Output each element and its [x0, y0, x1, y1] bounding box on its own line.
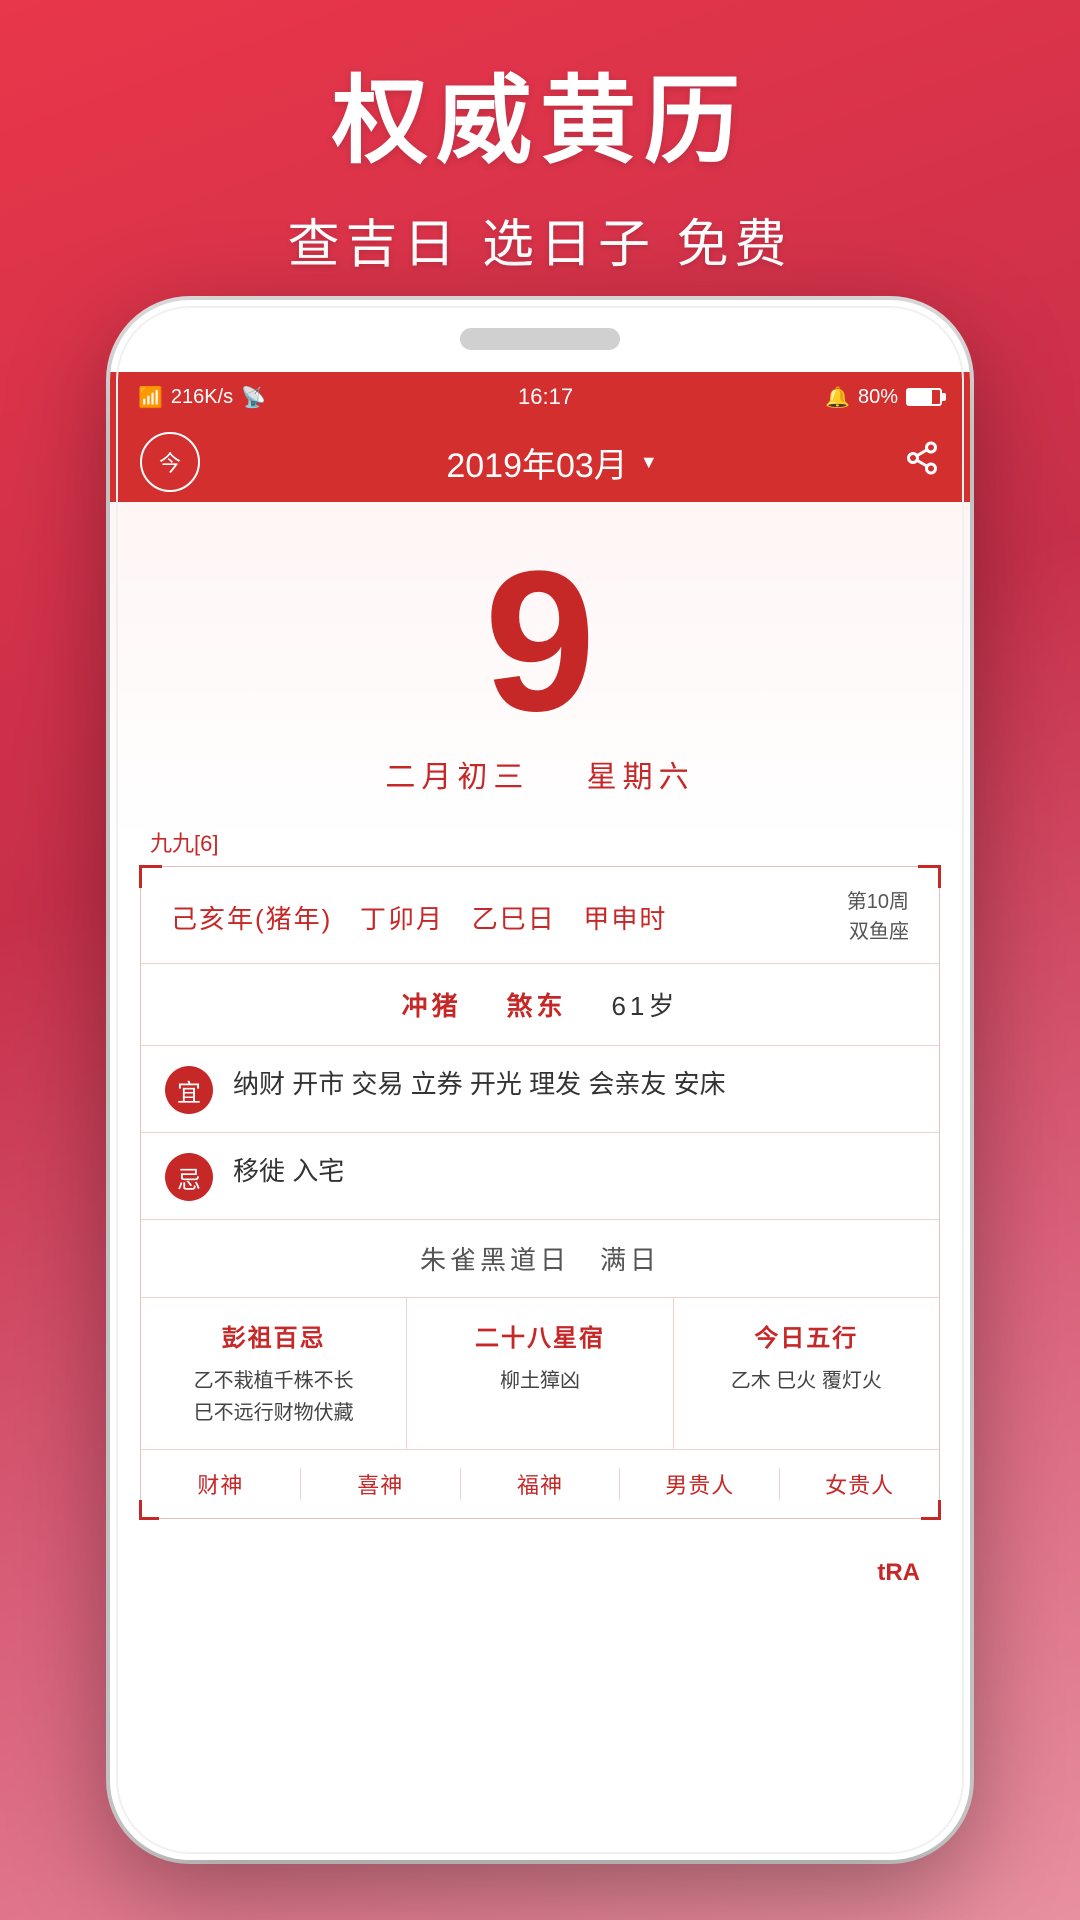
lunar-date: 二月初三 — [385, 761, 529, 794]
deity-title-4: 女贵人 — [825, 1468, 894, 1500]
ji-badge: 忌 — [165, 1153, 213, 1201]
ganzhi-row: 己亥年(猪年) 丁卯月 乙巳日 甲申时 第10周 双鱼座 — [141, 867, 939, 964]
weekday: 星期六 — [587, 761, 695, 794]
corner-br — [921, 1500, 941, 1520]
wuxing-content: 乙木 巳火 覆灯火 — [731, 1365, 882, 1397]
app-header: 今 2019年03月 ▼ — [110, 422, 970, 502]
deity-title-0: 财神 — [197, 1468, 243, 1500]
ganzhi-month: 丁卯月 — [360, 904, 444, 934]
status-right: 🔔 80% — [825, 385, 942, 410]
speed-indicator: 216K/s — [171, 386, 233, 409]
detail-card: 己亥年(猪年) 丁卯月 乙巳日 甲申时 第10周 双鱼座 冲猪 煞东 — [140, 866, 940, 1519]
corner-bl — [139, 1500, 159, 1520]
xiu-content: 柳土獐凶 — [500, 1365, 580, 1397]
clash-direction: 煞东 — [507, 991, 567, 1021]
time-display: 16:17 — [518, 384, 573, 410]
status-bar: 📶 216K/s 📡 16:17 🔔 80% — [110, 372, 970, 422]
lunar-label: 九九[6] — [150, 826, 930, 858]
ganzhi-main: 己亥年(猪年) 丁卯月 乙巳日 甲申时 — [171, 899, 667, 936]
watermark: tRA — [110, 1549, 970, 1607]
wifi-icon: 📡 — [241, 385, 266, 410]
ganzhi-right: 第10周 双鱼座 — [847, 887, 909, 947]
share-button[interactable] — [904, 440, 940, 484]
three-sections: 彭祖百忌 乙不栽植千株不长 巳不远行财物伏藏 二十八星宿 柳土獐凶 今日五行 乙… — [141, 1298, 939, 1450]
deity-col-3: 男贵人 — [619, 1468, 779, 1500]
xiu-section: 二十八星宿 柳土獐凶 — [406, 1298, 672, 1449]
ji-row: 忌 移徙 入宅 — [141, 1132, 939, 1219]
pengzu-line1: 乙不栽植千株不长 — [194, 1365, 354, 1397]
clash-age: 61岁 — [611, 991, 678, 1021]
wuxing-section: 今日五行 乙木 巳火 覆灯火 — [673, 1298, 939, 1449]
day-number: 9 — [484, 542, 595, 742]
promo-title: 权威黄历 — [332, 43, 748, 182]
deity-title-1: 喜神 — [357, 1468, 403, 1500]
today-label: 今 — [159, 446, 181, 478]
status-left: 📶 216K/s 📡 — [138, 385, 266, 410]
month-selector[interactable]: 2019年03月 ▼ — [446, 438, 657, 487]
phone-earpiece — [460, 328, 620, 350]
dropdown-arrow-icon: ▼ — [640, 452, 658, 473]
phone-frame: 📶 216K/s 📡 16:17 🔔 80% 今 2019年03月 ▼ — [110, 300, 970, 1860]
today-button[interactable]: 今 — [140, 432, 200, 492]
pengzu-line2: 巳不远行财物伏藏 — [194, 1397, 354, 1429]
ji-text: 移徙 入宅 — [233, 1151, 915, 1193]
promo-area: 权威黄历 查吉日 选日子 免费 — [0, 0, 1080, 320]
clash-row: 冲猪 煞东 61岁 — [141, 964, 939, 1046]
xiu-title: 二十八星宿 — [475, 1318, 605, 1353]
alarm-icon: 🔔 — [825, 385, 850, 410]
clash-label: 冲猪 — [402, 991, 462, 1021]
pengzu-content: 乙不栽植千株不长 巳不远行财物伏藏 — [194, 1365, 354, 1429]
deity-title-2: 福神 — [517, 1468, 563, 1500]
pengzu-section: 彭祖百忌 乙不栽植千株不长 巳不远行财物伏藏 — [141, 1298, 406, 1449]
wuxing-title: 今日五行 — [754, 1318, 858, 1353]
promo-subtitle: 查吉日 选日子 免费 — [288, 202, 793, 277]
deity-col-1: 喜神 — [300, 1468, 460, 1500]
special-day-row: 朱雀黑道日 满日 — [141, 1219, 939, 1298]
battery-fill — [908, 390, 932, 404]
signal-icon: 📶 — [138, 385, 163, 410]
ganzhi-time: 甲申时 — [583, 904, 667, 934]
deity-col-2: 福神 — [460, 1468, 620, 1500]
yi-badge: 宜 — [165, 1066, 213, 1114]
deity-title-3: 男贵人 — [665, 1468, 734, 1500]
yi-row: 宜 纳财 开市 交易 立券 开光 理发 会亲友 安床 — [141, 1046, 939, 1132]
date-display: 9 二月初三 星期六 — [110, 502, 970, 826]
deity-col-4: 女贵人 — [779, 1468, 939, 1500]
ganzhi-day: 乙巳日 — [472, 904, 556, 934]
content-area: 9 二月初三 星期六 九九[6] 己亥年(猪年) 丁卯月 乙巳日 — [110, 502, 970, 1860]
week-num: 第10周 — [847, 887, 909, 917]
deity-col-0: 财神 — [141, 1468, 300, 1500]
yi-text: 纳财 开市 交易 立券 开光 理发 会亲友 安床 — [233, 1064, 915, 1106]
ganzhi-year: 己亥年(猪年) — [171, 904, 332, 934]
month-display: 2019年03月 — [446, 438, 627, 487]
day-info: 二月初三 星期六 — [385, 752, 694, 796]
pengzu-title: 彭祖百忌 — [222, 1318, 326, 1353]
zodiac: 双鱼座 — [847, 917, 909, 947]
battery-icon — [906, 388, 942, 406]
five-deities-row: 财神 喜神 福神 男贵人 女贵人 — [141, 1450, 939, 1518]
battery-percent: 80% — [858, 386, 898, 409]
